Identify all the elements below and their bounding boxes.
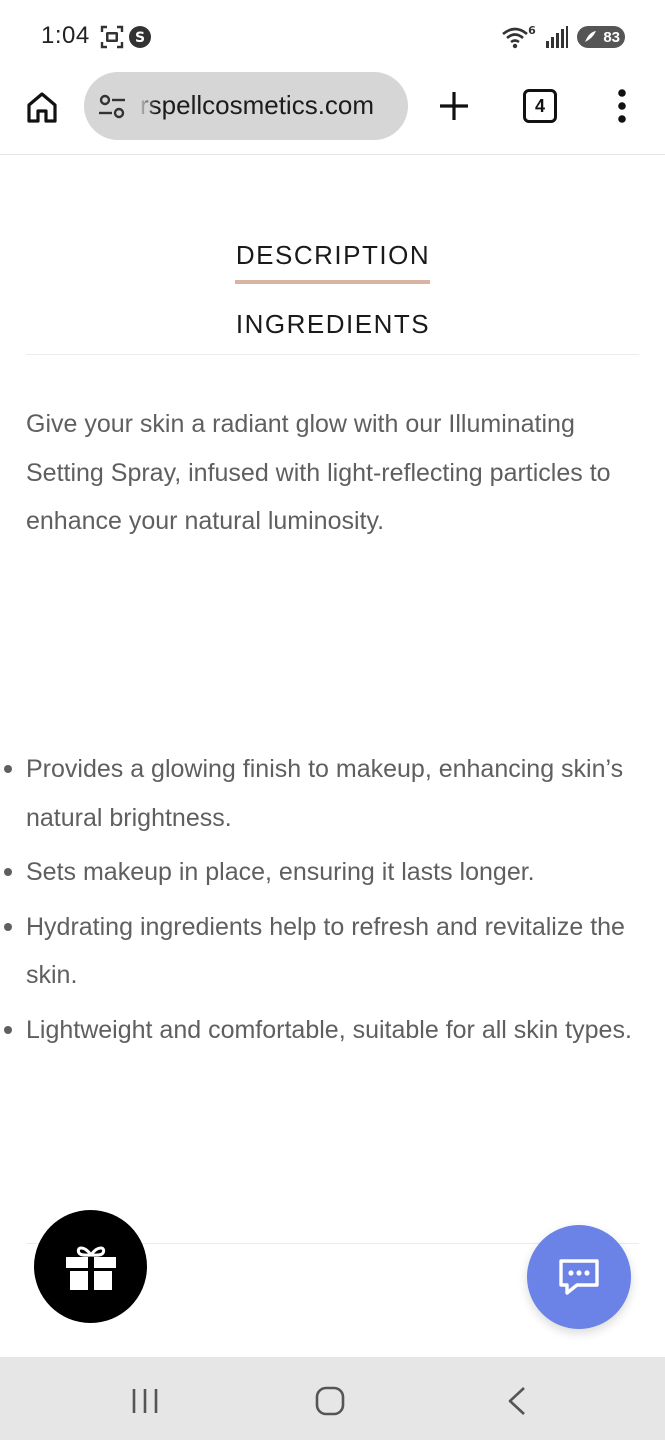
phone-screen: 1:04 S 6 83 rspellcosmetics.com 4 DESCRI… — [0, 0, 665, 1440]
battery-level: 83 — [603, 28, 620, 46]
tab-switcher-icon[interactable]: 4 — [523, 89, 557, 123]
url-fade — [138, 86, 156, 126]
wifi-icon: 6 — [502, 24, 536, 49]
tab-ingredients[interactable]: INGREDIENTS — [235, 309, 431, 340]
status-time: 1:04 — [41, 22, 90, 49]
tabs-divider — [26, 354, 639, 355]
list-item: Sets makeup in place, ensuring it lasts … — [4, 848, 636, 897]
s-app-icon: S — [129, 26, 151, 48]
plus-icon[interactable] — [438, 90, 470, 122]
home-icon[interactable] — [24, 89, 60, 125]
battery-icon: 83 — [577, 26, 625, 48]
home-circle-icon[interactable] — [315, 1386, 345, 1416]
recents-icon[interactable] — [130, 1387, 160, 1415]
more-vert-icon[interactable] — [614, 88, 630, 124]
gift-button[interactable] — [34, 1210, 147, 1323]
gift-icon — [65, 1246, 116, 1290]
status-icons-right: 6 83 — [501, 23, 625, 51]
benefits-list: Provides a glowing finish to makeup, enh… — [4, 745, 636, 1060]
url-text: rspellcosmetics.com — [140, 90, 375, 120]
tab-description[interactable]: DESCRIPTION — [235, 240, 431, 271]
signal-icon — [546, 26, 568, 48]
product-description: Give your skin a radiant glow with our I… — [26, 410, 611, 535]
address-bar[interactable]: rspellcosmetics.com — [84, 72, 408, 140]
back-icon[interactable] — [505, 1386, 529, 1416]
tab-count: 4 — [534, 95, 545, 116]
browser-toolbar: rspellcosmetics.com 4 — [0, 72, 665, 155]
charging-bolt-icon — [585, 31, 596, 42]
system-nav-bar — [0, 1357, 665, 1440]
svg-text:S: S — [135, 30, 145, 46]
list-item: Hydrating ingredients help to refresh an… — [4, 903, 636, 1000]
chat-icon — [559, 1259, 599, 1295]
list-item: Lightweight and comfortable, suitable fo… — [4, 1006, 636, 1055]
wifi-badge: 6 — [528, 24, 536, 37]
status-bar: 1:04 S 6 83 — [0, 0, 665, 72]
tab-active-indicator — [235, 280, 430, 284]
site-settings-icon[interactable] — [98, 94, 126, 120]
list-item: Provides a glowing finish to makeup, enh… — [4, 745, 636, 842]
chat-button[interactable] — [527, 1225, 631, 1329]
